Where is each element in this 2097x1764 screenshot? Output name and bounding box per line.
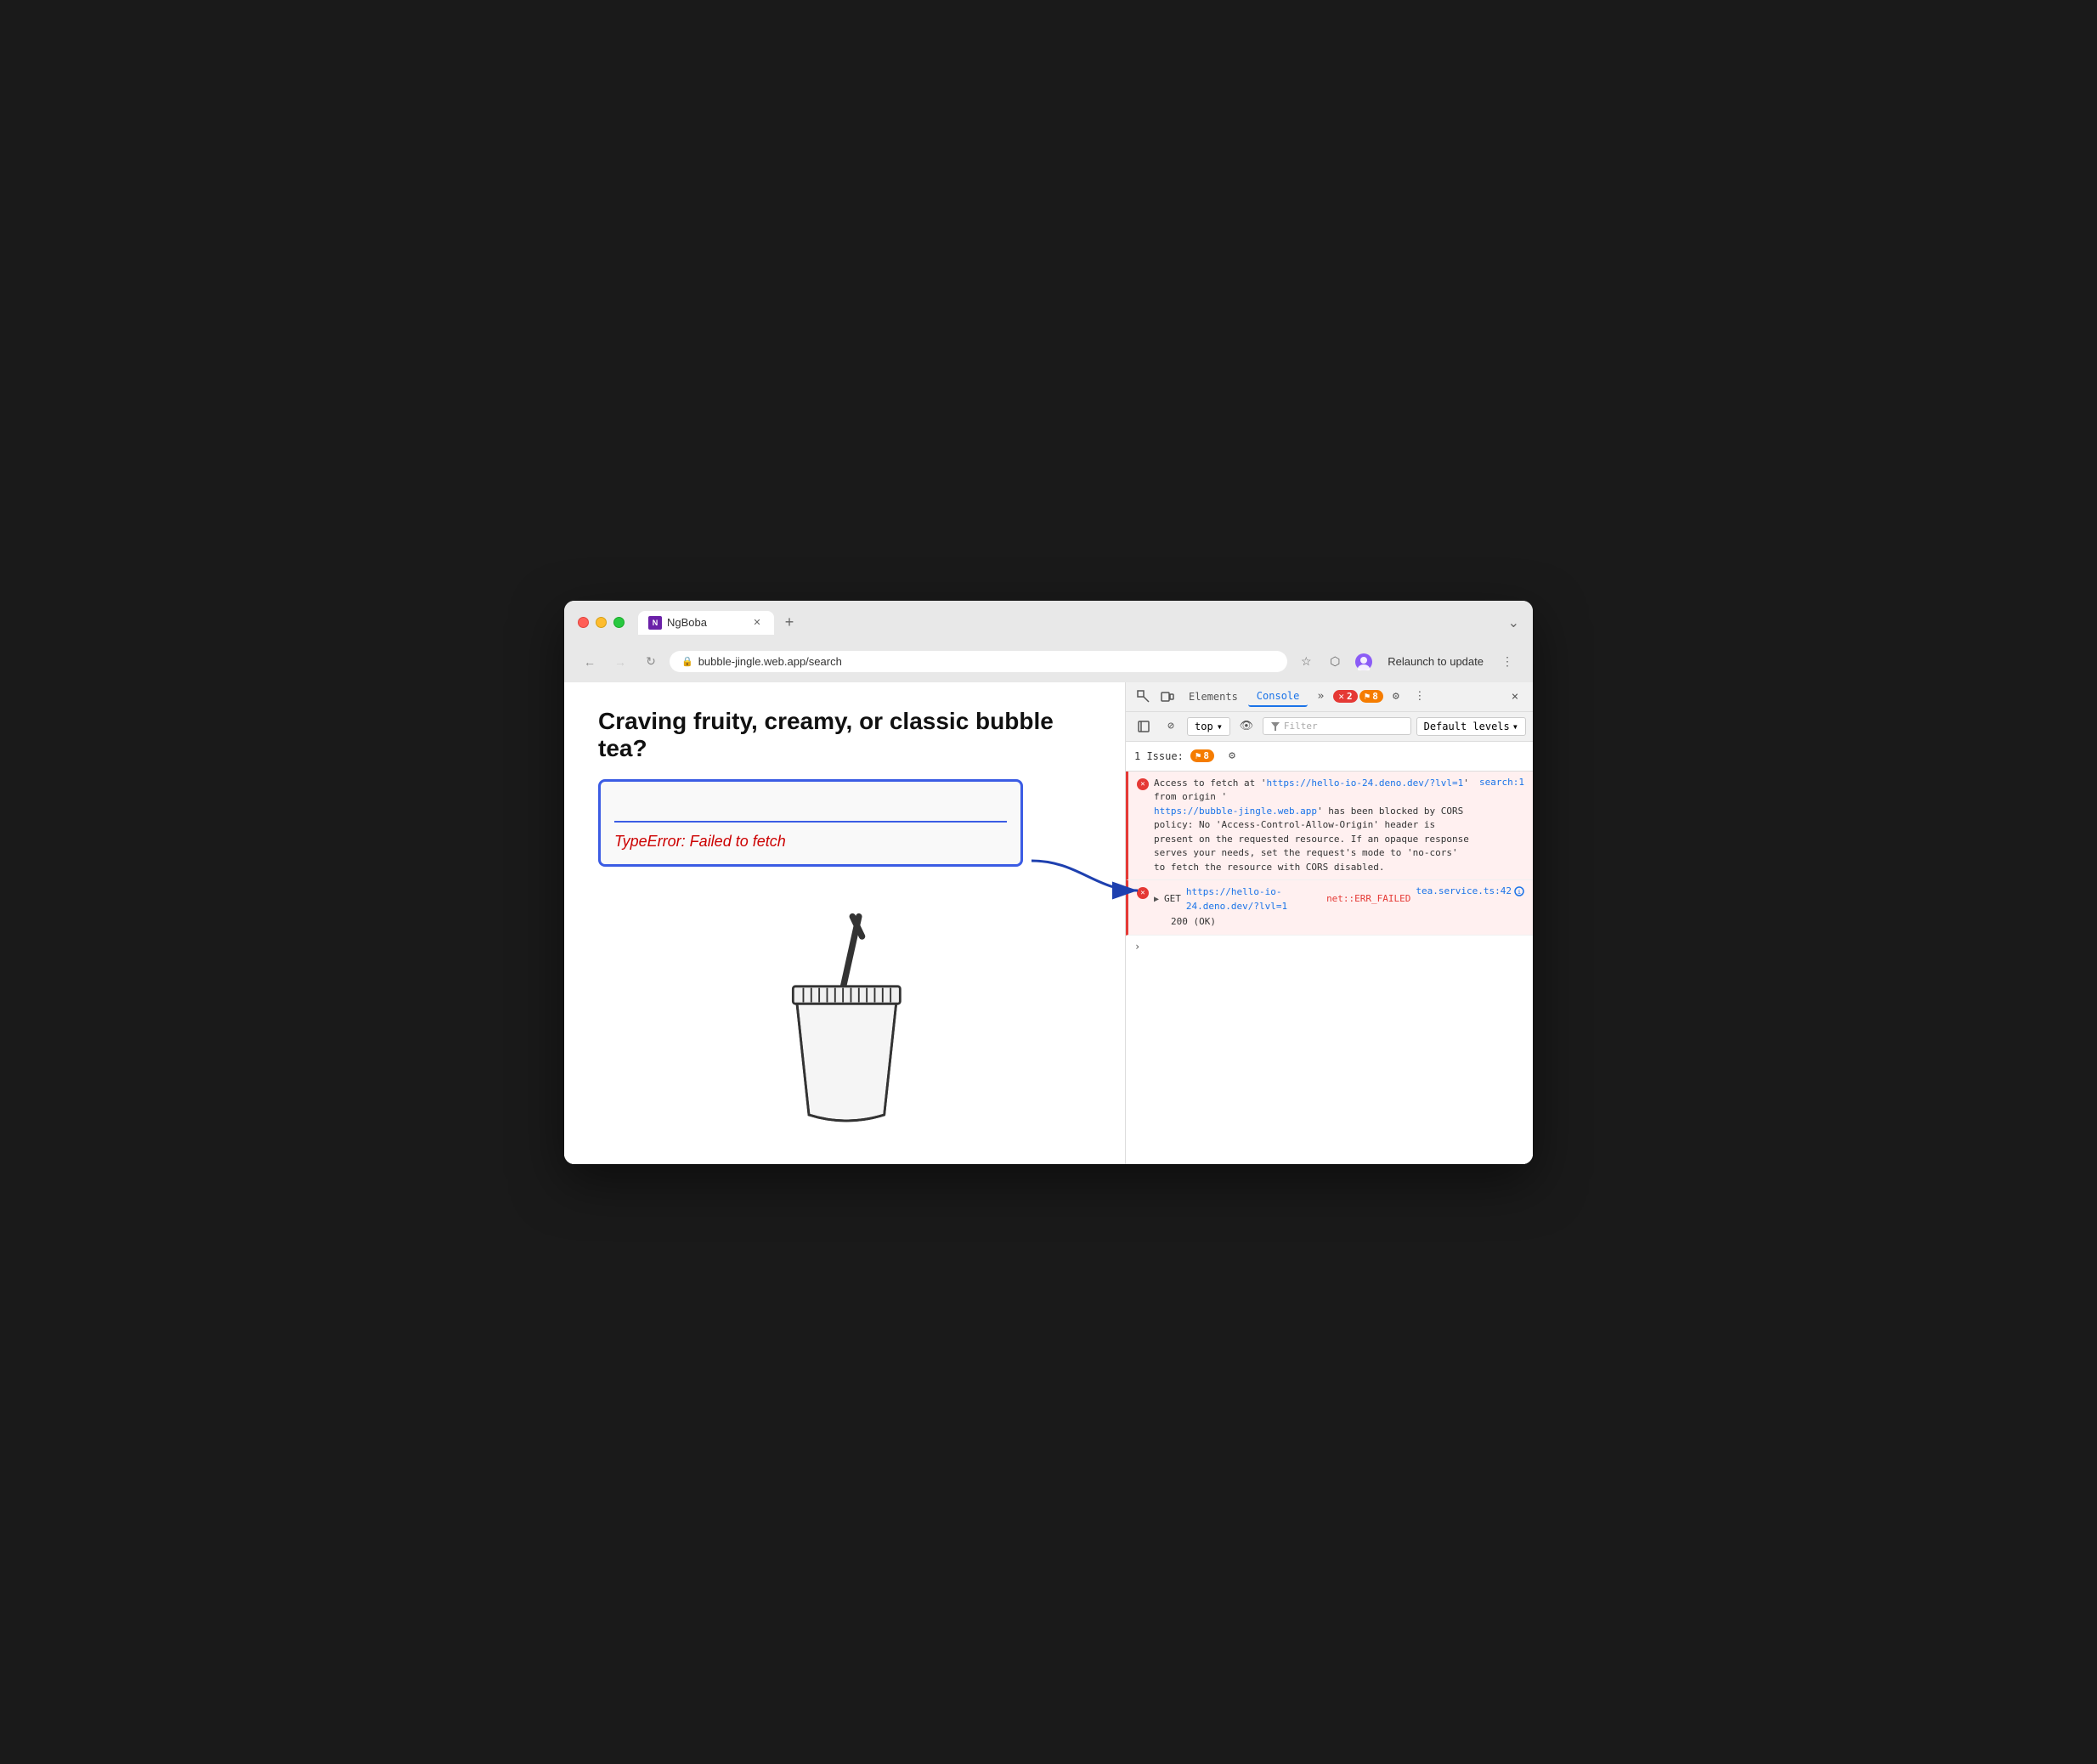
status-ok-text: 200 (OK) bbox=[1171, 916, 1216, 927]
clear-console-icon[interactable]: ⊘ bbox=[1160, 715, 1182, 738]
prompt-chevron-icon: › bbox=[1134, 941, 1140, 953]
page-content: Craving fruity, creamy, or classic bubbl… bbox=[564, 682, 1125, 1164]
browser-window: N NgBoba ✕ + ⌄ ← → ↻ 🔒 bubble-jingle.web… bbox=[564, 601, 1533, 1164]
tab-title: NgBoba bbox=[667, 616, 707, 629]
tab-console[interactable]: Console bbox=[1248, 687, 1309, 707]
issues-flag-icon: ⚑ bbox=[1195, 750, 1201, 761]
error-count-badge: ✕ 2 bbox=[1333, 690, 1357, 703]
device-toolbar-icon[interactable] bbox=[1156, 686, 1179, 708]
cors-link-2[interactable]: https://bubble-jingle.web.app bbox=[1154, 806, 1317, 817]
tab-elements[interactable]: Elements bbox=[1180, 687, 1246, 706]
net-error-text: net::ERR_FAILED bbox=[1326, 892, 1410, 907]
forward-button[interactable]: → bbox=[608, 650, 632, 674]
reload-button[interactable]: ↻ bbox=[639, 650, 663, 674]
issues-count: 8 bbox=[1203, 750, 1209, 761]
devtools-toolbar2: ⊘ top ▾ 👁 Filter Default levels ▾ bbox=[1126, 712, 1533, 742]
back-button[interactable]: ← bbox=[578, 650, 602, 674]
bubble-tea-illustration bbox=[598, 901, 1091, 1139]
address-bar: ← → ↻ 🔒 bubble-jingle.web.app/search ☆ ⬡… bbox=[564, 643, 1533, 682]
tab-favicon: N bbox=[648, 616, 662, 630]
window-chevron-icon[interactable]: ⌄ bbox=[1508, 614, 1519, 631]
top-label: top bbox=[1195, 721, 1213, 732]
address-input-bar[interactable]: 🔒 bubble-jingle.web.app/search bbox=[670, 651, 1287, 672]
warning-count: 8 bbox=[1372, 691, 1378, 702]
inspect-element-icon[interactable] bbox=[1133, 686, 1155, 708]
traffic-lights bbox=[578, 617, 625, 628]
blue-arrow bbox=[1027, 848, 1146, 907]
devtools-toolbar: Elements Console » ✕ 2 ⚑ 8 ⚙ ⋮ × bbox=[1126, 682, 1533, 712]
get-source[interactable]: tea.service.ts:42 i bbox=[1416, 885, 1524, 896]
get-link[interactable]: https://hello-io-24.deno.dev/?lvl=1 bbox=[1186, 885, 1321, 913]
error-x-icon: ✕ bbox=[1338, 691, 1344, 702]
devtools-close-button[interactable]: × bbox=[1504, 686, 1526, 708]
devtools-panel: Elements Console » ✕ 2 ⚑ 8 ⚙ ⋮ × bbox=[1125, 682, 1533, 1164]
cors-source[interactable]: search:1 bbox=[1479, 777, 1524, 788]
cors-text-1: Access to fetch at ' bbox=[1154, 777, 1266, 789]
filter-input[interactable]: Filter bbox=[1263, 717, 1411, 735]
settings-icon[interactable]: ⚙ bbox=[1385, 686, 1407, 708]
svg-text:i: i bbox=[1518, 889, 1521, 896]
menu-icon[interactable]: ⋮ bbox=[1495, 650, 1519, 674]
bubble-tea-svg bbox=[743, 901, 947, 1139]
search-box-container: TypeError: Failed to fetch bbox=[598, 779, 1023, 867]
cors-error-text: Access to fetch at 'https://hello-io-24.… bbox=[1154, 777, 1474, 875]
close-traffic-light[interactable] bbox=[578, 617, 589, 628]
get-triangle-icon[interactable]: ▶ bbox=[1154, 893, 1159, 906]
minimize-traffic-light[interactable] bbox=[596, 617, 607, 628]
more-tabs-icon[interactable]: » bbox=[1309, 686, 1331, 708]
filter-placeholder: Filter bbox=[1284, 721, 1318, 732]
cors-link-1[interactable]: https://hello-io-24.deno.dev/?lvl=1 bbox=[1266, 777, 1463, 789]
url-text: bubble-jingle.web.app/search bbox=[698, 655, 842, 668]
more-options-icon[interactable]: ⋮ bbox=[1409, 686, 1431, 708]
levels-chevron-icon: ▾ bbox=[1512, 721, 1518, 732]
active-tab[interactable]: N NgBoba ✕ bbox=[638, 611, 774, 635]
tab-bar: N NgBoba ✕ + bbox=[638, 611, 1508, 635]
context-chevron-icon: ▾ bbox=[1217, 721, 1223, 732]
issues-settings-icon[interactable]: ⚙ bbox=[1221, 745, 1243, 767]
levels-select[interactable]: Default levels ▾ bbox=[1416, 717, 1526, 736]
profile-icon[interactable] bbox=[1352, 650, 1376, 674]
title-bar: N NgBoba ✕ + ⌄ bbox=[564, 601, 1533, 643]
get-label: GET bbox=[1164, 892, 1181, 907]
page-title: Craving fruity, creamy, or classic bubbl… bbox=[598, 708, 1091, 762]
content-area: Craving fruity, creamy, or classic bubbl… bbox=[564, 682, 1533, 1164]
new-tab-button[interactable]: + bbox=[777, 611, 801, 635]
relaunch-button[interactable]: Relaunch to update bbox=[1381, 652, 1490, 671]
eye-icon[interactable]: 👁 bbox=[1235, 715, 1258, 738]
warning-icon: ⚑ bbox=[1365, 691, 1371, 702]
issues-bar: 1 Issue: ⚑ 8 ⚙ bbox=[1126, 742, 1533, 772]
warning-count-badge: ⚑ 8 bbox=[1359, 690, 1383, 703]
levels-label: Default levels bbox=[1424, 721, 1510, 732]
extension-icon[interactable]: ⬡ bbox=[1323, 650, 1347, 674]
sidebar-icon[interactable] bbox=[1133, 715, 1155, 738]
console-entry-cors: ✕ Access to fetch at 'https://hello-io-2… bbox=[1126, 772, 1533, 881]
console-entry-get: ✕ ▶ GET https://hello-io-24.deno.dev/?lv… bbox=[1126, 880, 1533, 936]
lock-icon: 🔒 bbox=[681, 656, 693, 667]
error-count: 2 bbox=[1347, 691, 1353, 702]
bookmark-icon[interactable]: ☆ bbox=[1294, 650, 1318, 674]
console-prompt: › bbox=[1126, 936, 1533, 958]
error-message: TypeError: Failed to fetch bbox=[614, 833, 1007, 851]
address-actions: ☆ ⬡ Relaunch to update ⋮ bbox=[1294, 650, 1519, 674]
console-content: ✕ Access to fetch at 'https://hello-io-2… bbox=[1126, 772, 1533, 1164]
error-icon-1: ✕ bbox=[1137, 778, 1149, 790]
search-input[interactable] bbox=[614, 795, 1007, 823]
context-selector[interactable]: top ▾ bbox=[1187, 717, 1230, 736]
issues-badge[interactable]: ⚑ 8 bbox=[1190, 749, 1214, 762]
tab-close-button[interactable]: ✕ bbox=[750, 616, 764, 630]
maximize-traffic-light[interactable] bbox=[613, 617, 625, 628]
filter-icon bbox=[1270, 721, 1280, 732]
get-error-text: ▶ GET https://hello-io-24.deno.dev/?lvl=… bbox=[1154, 885, 1410, 930]
issues-label: 1 Issue: bbox=[1134, 750, 1184, 762]
